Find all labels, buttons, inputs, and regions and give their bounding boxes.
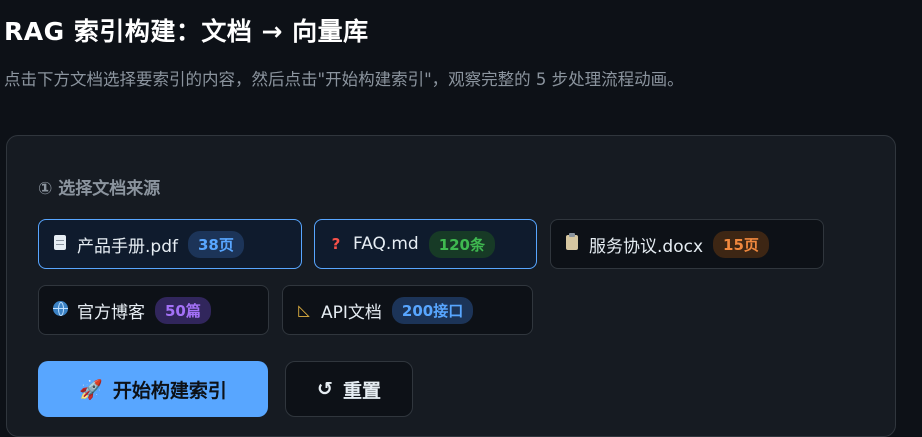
document-count-badge: 15页	[713, 230, 769, 258]
document-chip-product-manual[interactable]: 产品手册.pdf 38页	[38, 219, 302, 269]
document-count-badge: 38页	[187, 230, 244, 258]
start-build-label: 开始构建索引	[112, 379, 227, 402]
document-name: FAQ.md	[353, 234, 419, 254]
section-label: ① 选择文档来源	[38, 179, 161, 199]
document-count-badge: 120条	[428, 230, 495, 258]
document-chip-service-agreement[interactable]: 服务协议.docx 15页	[550, 219, 824, 269]
clipboard-icon	[563, 232, 581, 254]
document-name: API文档	[321, 302, 382, 323]
reset-icon: ↺	[317, 378, 333, 400]
page-title: RAG 索引构建：文档 → 向量库	[4, 17, 369, 46]
document-name: 服务协议.docx	[589, 236, 704, 257]
document-name: 产品手册.pdf	[77, 236, 178, 257]
document-count-badge: 50篇	[155, 296, 211, 324]
ruler-icon: ◺	[298, 301, 310, 319]
reset-label: 重置	[342, 379, 381, 402]
document-icon	[51, 234, 69, 254]
rocket-icon: 🚀	[79, 378, 103, 401]
globe-icon	[51, 300, 69, 320]
question-icon: ?	[331, 235, 341, 253]
document-count-badge: 200接口	[391, 296, 474, 324]
document-name: 官方博客	[77, 302, 145, 323]
document-chip-faq[interactable]: ? FAQ.md 120条	[314, 219, 537, 269]
page-subtitle: 点击下方文档选择要索引的内容，然后点击"开始构建索引"，观察完整的 5 步处理流…	[4, 70, 684, 89]
document-chip-api-docs[interactable]: ◺ API文档 200接口	[282, 285, 533, 335]
document-chip-official-blog[interactable]: 官方博客 50篇	[38, 285, 269, 335]
